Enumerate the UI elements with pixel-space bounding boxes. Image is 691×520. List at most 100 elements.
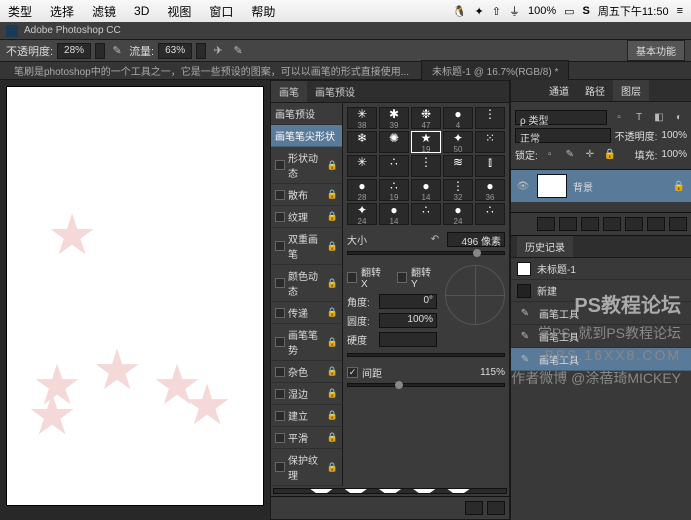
trash-icon[interactable] [487,501,505,515]
brush-thumb[interactable]: 38 [347,107,377,129]
spacing-value[interactable]: 115% [480,367,505,378]
link-icon[interactable] [537,217,555,231]
lock-all-icon[interactable]: ✛ [582,146,598,162]
menu-view[interactable]: 视图 [167,3,191,20]
reset-size-icon[interactable]: ↶ [427,231,443,247]
brush-thumb[interactable]: 19 [379,179,409,201]
history-snapshot[interactable]: 未标题-1 [511,258,691,280]
flow-input[interactable] [158,43,192,59]
list-wet-edges[interactable]: 湿边🔒 [271,383,342,405]
blend-mode[interactable]: 正常 [515,128,611,143]
list-dual-brush[interactable]: 双重画笔🔒 [271,228,342,265]
opacity-drop[interactable] [95,43,105,59]
brush-thumb[interactable] [347,131,377,153]
brush-thumb[interactable]: 28 [347,179,377,201]
opacity-value-2[interactable]: 100% [661,130,687,141]
menu-help[interactable]: 帮助 [251,3,275,20]
flow-drop[interactable] [196,43,206,59]
document-canvas[interactable]: ★ ★ ★ ★ ★ ★ [6,86,264,506]
brush-thumb[interactable] [443,155,473,177]
spacing-checkbox[interactable] [347,367,358,378]
brush-thumb[interactable]: 19 [411,131,441,153]
list-smoothing[interactable]: 平滑🔒 [271,427,342,449]
brush-thumb[interactable]: 14 [379,203,409,225]
history-item[interactable]: ✎画笔工具 [511,325,691,348]
new-layer-icon[interactable] [647,217,665,231]
list-brush-presets[interactable]: 画笔预设 [271,103,342,125]
workspace-switcher[interactable]: 基本功能 [627,40,685,61]
flipx-checkbox[interactable] [347,272,357,283]
list-shape-dynamics[interactable]: 形状动态🔒 [271,147,342,184]
visibility-icon[interactable]: 👁 [515,178,531,194]
spotlight-icon[interactable]: ≡ [677,5,683,17]
size-slider[interactable] [347,251,505,255]
brush-thumb[interactable]: 47 [411,107,441,129]
spacing-slider[interactable] [347,383,505,387]
tab-paths[interactable]: 路径 [577,80,613,101]
pressure-opacity-icon[interactable]: ✎ [109,43,125,59]
doc-tab-info[interactable]: 笔刷是photoshop中的一个工具之一，它是一些预设的图案，可以以画笔的形式直… [4,61,419,80]
brush-thumb[interactable] [475,131,505,153]
brush-thumb[interactable] [411,155,441,177]
lock-pixels-icon[interactable]: ▫ [542,146,558,162]
angle-control[interactable] [445,265,505,325]
tab-channels[interactable]: 通道 [541,80,577,101]
brush-thumb[interactable] [475,203,505,225]
history-item[interactable]: 新建 [511,280,691,302]
doc-tab-active[interactable]: 未标题-1 @ 16.7%(RGB/8) * [421,60,569,81]
menu-3d[interactable]: 3D [134,4,149,18]
list-protect-texture[interactable]: 保护纹理🔒 [271,449,342,486]
history-item[interactable]: ✎画笔工具 [511,302,691,325]
menu-window[interactable]: 窗口 [209,3,233,20]
flipy-checkbox[interactable] [397,272,407,283]
airbrush-icon[interactable]: ✈ [210,43,226,59]
brush-thumb[interactable] [475,107,505,129]
angle-value[interactable]: 0° [379,294,437,309]
brush-thumb[interactable]: 39 [379,107,409,129]
fill-value[interactable]: 100% [661,149,687,160]
layer-background[interactable]: 👁 背景 🔒 [511,170,691,202]
pressure-size-icon[interactable]: ✎ [230,43,246,59]
list-transfer[interactable]: 传递🔒 [271,302,342,324]
brush-thumb[interactable]: 36 [475,179,505,201]
hardness-slider[interactable] [347,353,505,357]
adjustment-icon[interactable] [603,217,621,231]
layer-kind[interactable]: ρ 类型 [515,110,607,125]
brush-thumb[interactable] [379,155,409,177]
lock-position-icon[interactable]: ✎ [562,146,578,162]
list-scattering[interactable]: 散布🔒 [271,184,342,206]
fx-icon[interactable] [559,217,577,231]
list-tip-shape[interactable]: 画笔笔尖形状 [271,125,342,147]
tab-brush-presets[interactable]: 画笔预设 [307,81,363,102]
brush-thumb[interactable]: 24 [347,203,377,225]
brush-thumb[interactable] [347,155,377,177]
tab-layers[interactable]: 图层 [613,80,649,101]
menu-filter[interactable]: 滤镜 [92,3,116,20]
list-noise[interactable]: 杂色🔒 [271,361,342,383]
brush-thumb[interactable]: 4 [443,107,473,129]
brush-thumb[interactable]: 14 [411,179,441,201]
delete-icon[interactable] [669,217,687,231]
history-item[interactable]: ✎画笔工具 [511,348,691,371]
brush-thumb[interactable] [411,203,441,225]
roundness-value[interactable]: 100% [379,313,437,328]
group-icon[interactable] [625,217,643,231]
list-texture[interactable]: 纹理🔒 [271,206,342,228]
new-brush-icon[interactable] [465,501,483,515]
brush-thumb[interactable]: 24 [443,203,473,225]
menu-select[interactable]: 选择 [50,3,74,20]
tab-brush[interactable]: 画笔 [271,81,307,102]
list-color-dynamics[interactable]: 颜色动态🔒 [271,265,342,302]
tab-history[interactable]: 历史记录 [517,236,573,257]
brush-thumb[interactable]: 32 [443,179,473,201]
mask-icon[interactable] [581,217,599,231]
opacity-input[interactable] [57,43,91,59]
list-buildup[interactable]: 建立🔒 [271,405,342,427]
mac-menubar: 类型 选择 滤镜 3D 视图 窗口 帮助 🐧 ✦ ⇧ ⏚ 100% ▭ S 周五… [0,0,691,22]
brush-thumb[interactable] [475,155,505,177]
menu-type[interactable]: 类型 [8,3,32,20]
brush-thumb[interactable]: 50 [443,131,473,153]
brush-thumb[interactable] [379,131,409,153]
list-brush-pose[interactable]: 画笔笔势🔒 [271,324,342,361]
size-value[interactable]: 496 像素 [447,232,505,247]
